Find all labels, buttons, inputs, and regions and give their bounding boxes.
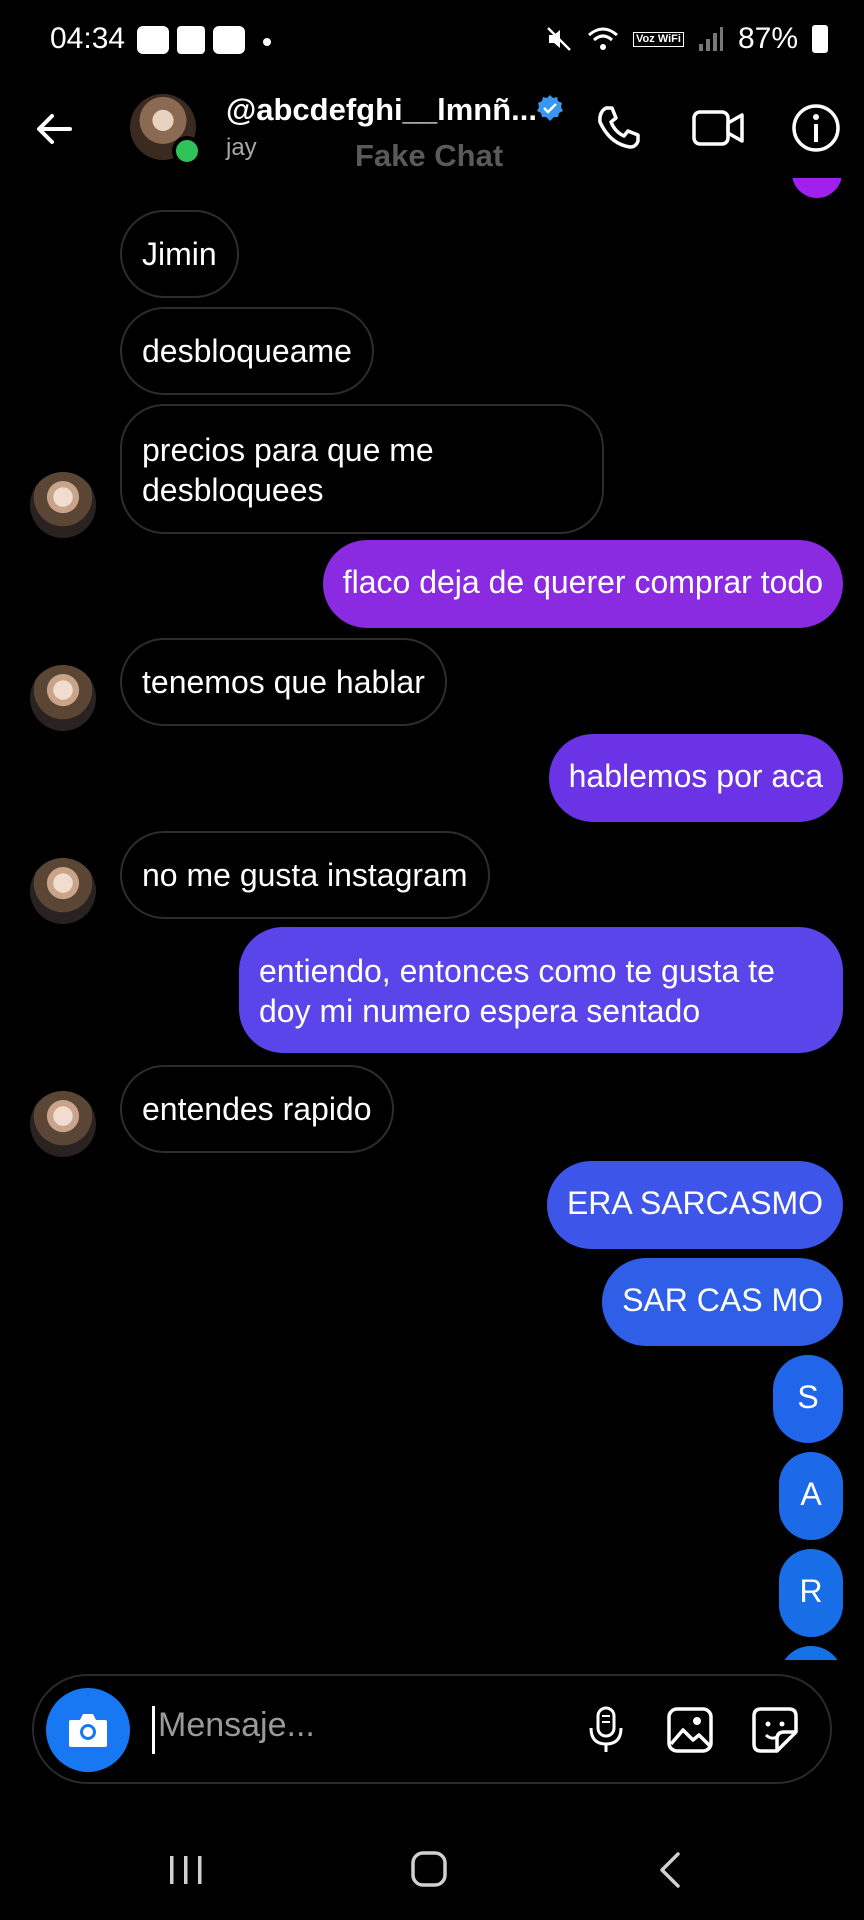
back-arrow-icon[interactable] — [30, 104, 80, 154]
system-back-icon[interactable] — [642, 1848, 702, 1892]
camera-button[interactable] — [46, 1688, 130, 1772]
system-nav-bar — [0, 1820, 864, 1920]
outgoing-message[interactable]: A — [779, 1452, 843, 1540]
incoming-message[interactable]: precios para que me desbloquees — [120, 404, 604, 534]
camera-icon — [69, 1714, 107, 1747]
outgoing-message[interactable]: hablemos por aca — [548, 734, 843, 822]
outgoing-message[interactable]: entiendo, entonces como te gusta te doy … — [239, 927, 843, 1053]
message-bubble-cutoff — [792, 178, 842, 198]
status-bar: 04:34 Voz WiFi 87% — [0, 0, 864, 86]
contact-avatar-small[interactable] — [30, 665, 96, 731]
contact-avatar-small[interactable] — [30, 1091, 96, 1157]
outgoing-message[interactable]: SAR CAS MO — [602, 1258, 843, 1346]
youtube-notification-icon-2 — [213, 26, 245, 54]
signal-icon — [698, 27, 723, 51]
text-caret — [152, 1706, 155, 1754]
watermark-text: Fake Chat — [355, 138, 504, 173]
info-icon[interactable] — [788, 100, 844, 156]
wifi-icon — [588, 27, 619, 50]
outgoing-message[interactable]: R — [779, 1549, 843, 1637]
microphone-icon[interactable] — [580, 1704, 632, 1756]
incoming-message[interactable]: desbloqueame — [120, 307, 374, 395]
message-thread[interactable]: Jimin desbloqueame precios para que me d… — [0, 178, 864, 1660]
verified-badge-icon — [537, 95, 563, 121]
battery-icon — [812, 25, 828, 53]
youtube-notification-icon — [137, 26, 169, 54]
message-input[interactable]: Mensaje... — [158, 1706, 315, 1745]
outgoing-message[interactable]: S — [773, 1355, 843, 1443]
sticker-icon[interactable] — [749, 1704, 801, 1756]
status-right: Voz WiFi 87% — [545, 22, 828, 56]
contact-subname: jay — [226, 134, 257, 161]
battery-percent: 87% — [737, 22, 798, 55]
incoming-message[interactable]: Jimin — [120, 210, 239, 298]
video-camera-icon[interactable] — [690, 100, 746, 156]
chat-header: @abcdefghi__lmnñ... jay Fake Chat — [0, 86, 864, 178]
image-icon[interactable] — [664, 1704, 716, 1756]
gallery-notification-icon — [177, 26, 205, 54]
contact-username[interactable]: @abcdefghi__lmnñ... — [226, 92, 537, 128]
phone-icon[interactable] — [590, 100, 646, 156]
contact-avatar-small[interactable] — [30, 472, 96, 538]
volte-badge: Voz WiFi — [633, 31, 684, 47]
outgoing-message[interactable]: flaco deja de querer comprar todo — [322, 540, 843, 628]
contact-avatar-small[interactable] — [30, 858, 96, 924]
incoming-message[interactable]: no me gusta instagram — [120, 831, 490, 919]
outgoing-message-cutoff — [779, 1646, 843, 1660]
incoming-message[interactable]: tenemos que hablar — [120, 638, 447, 726]
recent-apps-icon[interactable] — [156, 1848, 216, 1892]
message-composer: Mensaje... — [32, 1674, 832, 1784]
outgoing-message[interactable]: ERA SARCASMO — [546, 1161, 843, 1249]
home-icon[interactable] — [402, 1848, 462, 1892]
mute-icon — [547, 27, 571, 51]
more-notifications-dot-icon — [263, 38, 271, 46]
online-indicator — [172, 136, 202, 166]
status-time: 04:34 — [50, 22, 126, 55]
incoming-message[interactable]: entendes rapido — [120, 1065, 394, 1153]
